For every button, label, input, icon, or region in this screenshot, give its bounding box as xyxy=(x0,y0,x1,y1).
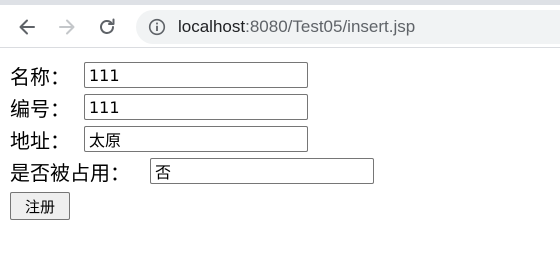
occupied-label: 是否被占用： xyxy=(10,161,130,185)
address-label: 地址： xyxy=(10,129,70,153)
address-bar[interactable]: localhost:8080/Test05/insert.jsp xyxy=(136,10,560,44)
arrow-left-icon xyxy=(19,19,35,35)
reload-button[interactable] xyxy=(94,14,120,40)
info-icon[interactable] xyxy=(148,18,166,36)
forward-button[interactable] xyxy=(54,14,80,40)
reload-icon xyxy=(100,18,115,34)
register-button[interactable]: 注册 xyxy=(10,192,70,220)
url-host: localhost xyxy=(178,17,246,36)
arrow-right-icon xyxy=(59,19,75,35)
number-input[interactable] xyxy=(84,94,308,120)
occupied-input[interactable] xyxy=(150,158,374,184)
url-text: localhost:8080/Test05/insert.jsp xyxy=(178,17,415,37)
browser-toolbar: localhost:8080/Test05/insert.jsp xyxy=(0,5,560,48)
name-input[interactable] xyxy=(84,62,308,88)
address-input[interactable] xyxy=(84,126,308,152)
number-label: 编号： xyxy=(10,97,70,121)
url-path: :8080/Test05/insert.jsp xyxy=(245,17,416,36)
back-button[interactable] xyxy=(14,14,40,40)
name-label: 名称： xyxy=(10,65,70,89)
